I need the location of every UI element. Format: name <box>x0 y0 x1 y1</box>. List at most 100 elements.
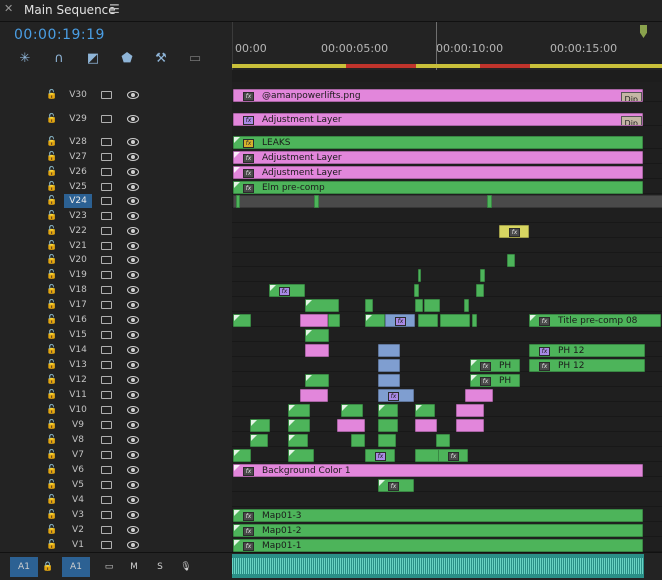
timeline-clip[interactable] <box>300 389 328 402</box>
film-icon[interactable] <box>101 406 112 414</box>
timeline-clip[interactable] <box>464 299 469 312</box>
track-label[interactable]: V8 <box>64 433 92 447</box>
timeline-clip[interactable] <box>233 195 662 208</box>
mute-button[interactable]: M <box>120 557 148 577</box>
film-icon[interactable] <box>101 331 112 339</box>
eye-icon[interactable] <box>127 271 139 279</box>
track-label[interactable]: V22 <box>64 224 92 238</box>
timeline-clip[interactable] <box>250 419 270 432</box>
track-header-v12[interactable]: 🔓 V12 <box>0 373 232 387</box>
track-header-v22[interactable]: 🔓 V22 <box>0 224 232 238</box>
track-header-v13[interactable]: 🔓 V13 <box>0 358 232 372</box>
track-header-v20[interactable]: 🔓 V20 <box>0 253 232 267</box>
track-lane[interactable] <box>232 388 662 402</box>
track-header-v25[interactable]: 🔓 V25 <box>0 180 232 194</box>
eye-icon[interactable] <box>127 406 139 414</box>
eye-icon[interactable] <box>127 481 139 489</box>
fx-badge-icon[interactable]: fx <box>539 317 550 326</box>
timeline-clip[interactable] <box>233 449 251 462</box>
track-header-v27[interactable]: 🔓 V27 <box>0 150 232 164</box>
lock-icon[interactable]: 🔓 <box>46 180 57 194</box>
fx-badge-icon[interactable]: fx <box>243 169 254 178</box>
track-header-v26[interactable]: 🔓 V26 <box>0 165 232 179</box>
timeline-clip[interactable] <box>314 195 319 208</box>
track-label[interactable]: V3 <box>64 508 92 522</box>
film-icon[interactable] <box>101 242 112 250</box>
lock-icon[interactable]: 🔓 <box>46 403 57 417</box>
track-header-v6[interactable]: 🔓 V6 <box>0 463 232 477</box>
lock-icon[interactable]: 🔓 <box>46 268 57 282</box>
track-label[interactable]: V26 <box>64 165 92 179</box>
track-header-v1[interactable]: 🔓 V1 <box>0 538 232 552</box>
marker-icon[interactable]: ⬟ <box>118 50 136 68</box>
sync-lock-icon[interactable]: ▭ <box>95 557 123 577</box>
timeline-clip[interactable] <box>300 314 328 327</box>
track-label[interactable]: V18 <box>64 283 92 297</box>
film-icon[interactable] <box>101 451 112 459</box>
fx-badge-icon[interactable]: fx <box>448 452 459 461</box>
film-icon[interactable] <box>101 421 112 429</box>
track-label[interactable]: V12 <box>64 373 92 387</box>
track-header-v16[interactable]: 🔓 V16 <box>0 313 232 327</box>
eye-icon[interactable] <box>127 256 139 264</box>
timeline-clip[interactable] <box>476 284 484 297</box>
eye-icon[interactable] <box>127 391 139 399</box>
film-icon[interactable] <box>101 391 112 399</box>
eye-icon[interactable] <box>127 138 139 146</box>
track-header-v5[interactable]: 🔓 V5 <box>0 478 232 492</box>
timeline-clip[interactable]: fx Map01-3 <box>233 509 643 522</box>
eye-icon[interactable] <box>127 301 139 309</box>
timeline-clip[interactable]: fx <box>499 225 529 238</box>
track-lane[interactable] <box>232 253 662 267</box>
fx-badge-icon[interactable]: fx <box>243 527 254 536</box>
eye-icon[interactable] <box>127 316 139 324</box>
linked-selection-icon[interactable]: ◩ <box>84 50 102 68</box>
timeline-clip[interactable] <box>305 374 329 387</box>
film-icon[interactable] <box>101 153 112 161</box>
work-area-bar[interactable] <box>232 64 662 68</box>
time-ruler[interactable]: 00:00 00:00:05:00 00:00:10:00 00:00:15:0… <box>232 22 662 70</box>
timeline-clip[interactable] <box>507 254 515 267</box>
microphone-icon[interactable]: 🎙 <box>172 557 200 577</box>
track-header-v19[interactable]: 🔓 V19 <box>0 268 232 282</box>
lock-icon[interactable]: 🔓 <box>46 508 57 522</box>
panel-title[interactable]: Main Sequence <box>24 3 116 17</box>
track-header-v29[interactable]: 🔓 V29 <box>0 112 232 126</box>
timeline-clip[interactable] <box>440 314 470 327</box>
eye-icon[interactable] <box>127 91 139 99</box>
track-header-v23[interactable]: 🔓 V23 <box>0 209 232 223</box>
film-icon[interactable] <box>101 115 112 123</box>
track-label[interactable]: V20 <box>64 253 92 267</box>
lock-icon[interactable]: 🔓 <box>46 88 57 102</box>
lock-icon[interactable]: 🔓 <box>46 150 57 164</box>
timeline-clip[interactable]: fx <box>385 314 415 327</box>
fx-badge-icon[interactable]: fx <box>243 116 254 125</box>
timeline-clip[interactable]: fx Elm pre-comp <box>233 181 643 194</box>
timeline-clip[interactable]: fx PH <box>470 374 520 387</box>
track-header-v7[interactable]: 🔓 V7 <box>0 448 232 462</box>
film-icon[interactable] <box>101 481 112 489</box>
timeline-clip[interactable]: fx <box>438 449 468 462</box>
track-label[interactable]: V7 <box>64 448 92 462</box>
timeline-clip[interactable] <box>424 299 440 312</box>
lock-icon[interactable]: 🔒 <box>38 557 58 577</box>
lock-icon[interactable]: 🔓 <box>46 194 57 208</box>
lock-icon[interactable]: 🔓 <box>46 253 57 267</box>
eye-icon[interactable] <box>127 496 139 504</box>
timeline-clip[interactable] <box>456 404 484 417</box>
timeline-clip[interactable] <box>436 434 450 447</box>
timeline-clip[interactable] <box>288 449 314 462</box>
timeline-clip[interactable] <box>305 299 339 312</box>
timeline-clip[interactable]: fx @amanpowerlifts.png Dip <box>233 89 643 102</box>
timeline-clip[interactable]: fx Map01-2 <box>233 524 643 537</box>
track-lane[interactable] <box>232 478 662 492</box>
track-label[interactable]: V15 <box>64 328 92 342</box>
timeline-clip[interactable] <box>378 434 396 447</box>
track-label[interactable]: V30 <box>64 88 92 102</box>
lock-icon[interactable]: 🔓 <box>46 209 57 223</box>
lock-icon[interactable]: 🔓 <box>46 373 57 387</box>
fx-badge-icon[interactable]: fx <box>539 362 550 371</box>
magnet-icon[interactable]: ∩ <box>50 50 68 68</box>
track-label[interactable]: V14 <box>64 343 92 357</box>
timeline-clip[interactable] <box>415 419 437 432</box>
